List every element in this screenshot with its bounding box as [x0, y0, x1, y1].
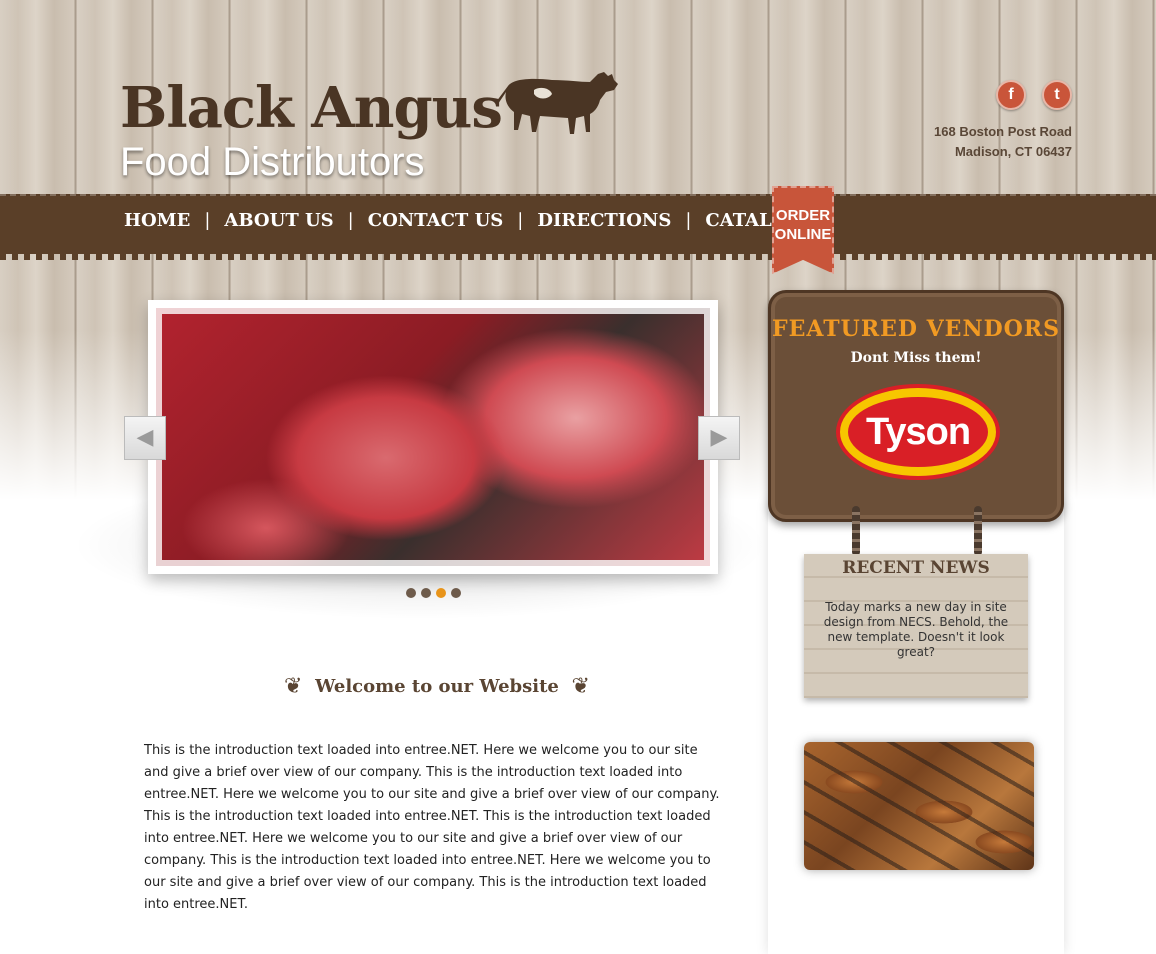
slider-dot-1[interactable]: [406, 588, 416, 598]
facebook-icon[interactable]: f: [996, 80, 1026, 110]
flourish-right-icon: ❦: [571, 673, 590, 699]
chain-left: [852, 506, 860, 556]
nav-separator: |: [204, 210, 211, 231]
featured-vendors-title: FEATURED VENDORS: [772, 316, 1060, 342]
main-nav: HOME | ABOUT US | CONTACT US | DIRECTION…: [124, 210, 837, 231]
vendor-logo-text: Tyson: [848, 397, 988, 467]
welcome-heading: ❦ Welcome to our Website ❦: [284, 670, 590, 702]
twitter-icon[interactable]: t: [1042, 80, 1072, 110]
nav-item-about-us[interactable]: ABOUT US: [224, 210, 333, 231]
sausages-image: [804, 742, 1034, 870]
image-slider: [148, 300, 718, 574]
nav-separator: |: [347, 210, 354, 231]
slider-prev-button[interactable]: ◀: [124, 416, 166, 460]
address-line2: Madison, CT 06437: [954, 144, 1072, 159]
recent-news-title: RECENT NEWS: [842, 558, 990, 578]
slide-image-steak: [156, 308, 710, 566]
flourish-left-icon: ❦: [284, 673, 303, 699]
slider-dot-4[interactable]: [451, 588, 461, 598]
nav-item-home[interactable]: HOME: [124, 210, 190, 231]
slider-dot-2[interactable]: [421, 588, 431, 598]
slider-next-button[interactable]: ▶: [698, 416, 740, 460]
recent-news-body: Today marks a new day in site design fro…: [823, 600, 1009, 659]
welcome-title: Welcome to our Website: [315, 675, 559, 697]
nav-item-directions[interactable]: DIRECTIONS: [537, 210, 671, 231]
intro-text: This is the introduction text loaded int…: [144, 743, 720, 912]
brand-subtitle: Food Distributors: [120, 140, 425, 184]
brand-title: Black Angus: [120, 75, 503, 141]
order-online-line1: ORDER: [775, 207, 831, 224]
nav-separator: |: [685, 210, 692, 231]
order-online-line2: ONLINE: [774, 226, 832, 243]
cow-icon: [496, 72, 618, 134]
vendor-logo-tyson[interactable]: Tyson: [836, 384, 1000, 480]
nav-separator: |: [517, 210, 524, 231]
chain-right: [974, 506, 982, 556]
slider-dots: [406, 588, 461, 598]
slider-dot-3[interactable]: [436, 588, 446, 598]
address-block: 168 Boston Post Road Madison, CT 06437: [934, 122, 1072, 162]
address-line1: 168 Boston Post Road: [934, 124, 1072, 139]
nav-item-contact-us[interactable]: CONTACT US: [368, 210, 504, 231]
featured-vendors-subtitle: Dont Miss them!: [850, 350, 982, 366]
